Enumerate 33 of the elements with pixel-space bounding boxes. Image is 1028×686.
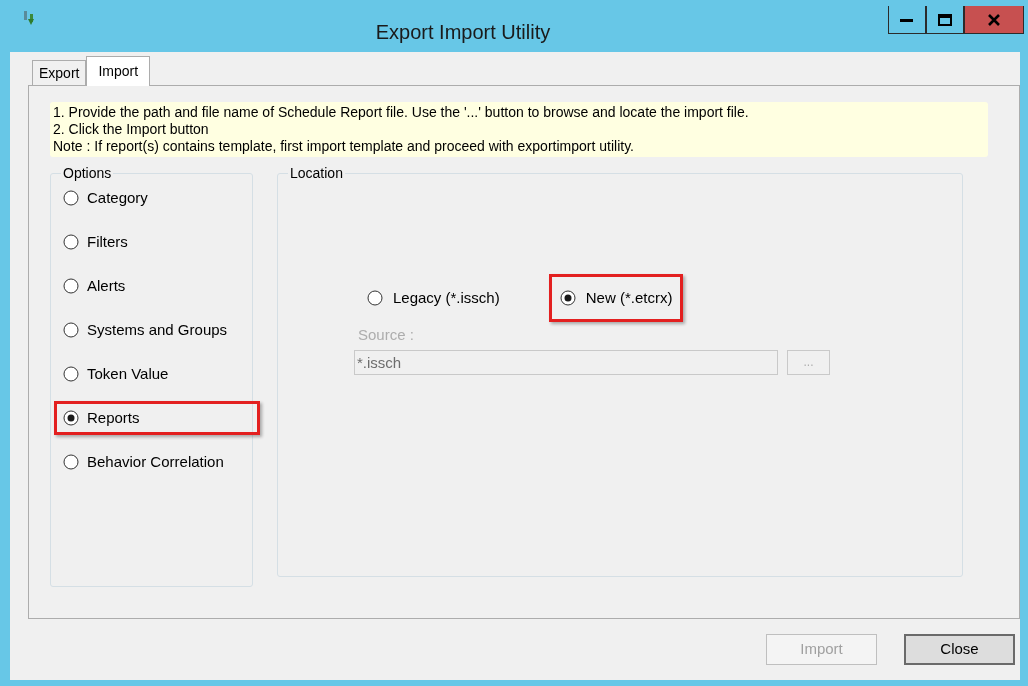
tab[interactable]: Import (86, 56, 151, 86)
radio-button[interactable] (559, 290, 576, 306)
option-label[interactable]: Filters (87, 230, 128, 254)
option-label[interactable]: Category (87, 186, 148, 210)
radio-button[interactable] (63, 410, 79, 426)
option-label[interactable]: Alerts (87, 274, 126, 298)
format-label[interactable]: New (*.etcrx) (585, 286, 673, 310)
group-title: Location (289, 165, 344, 181)
radio-button[interactable] (63, 322, 79, 338)
radio-button[interactable] (63, 454, 79, 470)
source-label: Source : (358, 325, 415, 345)
window-title: Export Import Utility (374, 20, 552, 45)
tab[interactable]: Export (32, 60, 87, 85)
format-label[interactable]: Legacy (*.issch) (393, 286, 500, 310)
option-label[interactable]: Systems and Groups (87, 318, 228, 342)
instruction-text: 1. Provide the path and file name of Schedule Report file. Use the '...' button to browse and locate the import file. (53, 104, 750, 121)
maximize-icon (938, 13, 952, 26)
radio-button[interactable] (63, 190, 79, 206)
instruction-text: 2. Click the Import button (53, 121, 210, 138)
radio-button[interactable] (63, 234, 79, 250)
option-label[interactable]: Behavior Correlation (87, 450, 224, 474)
minimize-button[interactable] (888, 6, 926, 34)
instruction-text: Note : If report(s) contains template, first import template and proceed with exportimport utility. (53, 138, 635, 155)
dialog-button[interactable]: Close (904, 634, 1015, 665)
radio-button[interactable] (63, 366, 79, 382)
group-title: Options (62, 165, 113, 181)
close-icon (988, 13, 1000, 26)
radio-button[interactable] (63, 278, 79, 294)
maximize-button[interactable] (926, 6, 964, 34)
option-label[interactable]: Token Value (87, 362, 169, 386)
radio-button[interactable] (367, 290, 383, 306)
option-label[interactable]: Reports (87, 406, 140, 430)
close-button[interactable] (964, 6, 1024, 34)
